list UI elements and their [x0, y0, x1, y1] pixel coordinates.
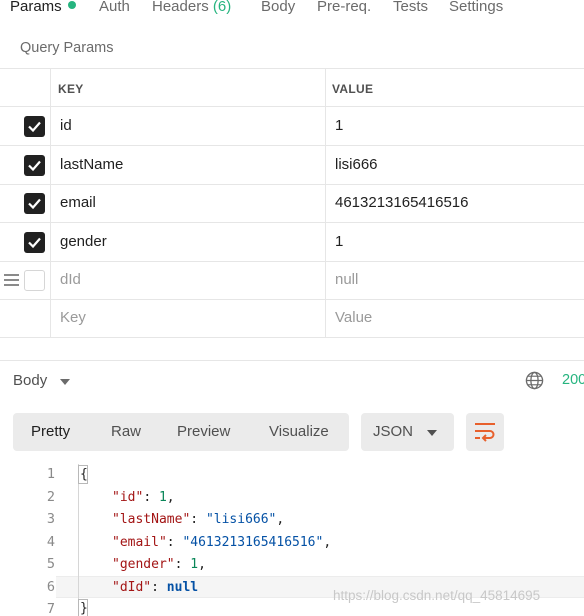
param-value[interactable]: lisi666	[335, 156, 378, 173]
line-number: 6	[46, 579, 55, 595]
params-active-dot	[67, 1, 76, 9]
param-row: lastName lisi666	[0, 146, 584, 185]
value-column-header: VALUE	[332, 82, 374, 96]
line-number: 4	[46, 534, 55, 550]
format-label: JSON	[373, 423, 414, 440]
line-number: 7	[46, 601, 55, 616]
tab-body[interactable]: Body	[261, 0, 295, 15]
drag-handle-icon[interactable]	[4, 274, 19, 286]
globe-icon[interactable]	[525, 371, 544, 390]
param-row: dId null	[0, 261, 584, 300]
line-number: 5	[46, 556, 55, 572]
param-checkbox[interactable]	[24, 155, 45, 176]
query-params-title: Query Params	[20, 40, 114, 56]
view-preview-button[interactable]: Preview	[177, 423, 230, 440]
headers-count: (6)	[212, 0, 232, 15]
json-value: 1	[190, 557, 199, 572]
code-line: "lastName": "lisi666",	[112, 512, 285, 527]
json-value: "lisi666"	[205, 512, 277, 527]
param-key[interactable]: lastName	[60, 156, 123, 173]
view-selector: Pretty Raw Preview Visualize	[13, 413, 349, 451]
chevron-down-icon[interactable]	[60, 379, 70, 385]
param-checkbox-unchecked[interactable]	[24, 270, 45, 291]
line-number: 1	[46, 466, 55, 482]
param-checkbox[interactable]	[24, 232, 45, 253]
json-key: "email"	[112, 535, 167, 550]
tab-pre-request[interactable]: Pre-req.	[317, 0, 371, 15]
view-raw-button[interactable]: Raw	[111, 423, 141, 440]
check-icon	[28, 121, 41, 133]
code-line: "dId": null	[112, 580, 199, 595]
wrap-lines-button[interactable]	[466, 413, 504, 451]
json-brace-open: {	[80, 467, 88, 482]
code-line: }	[80, 601, 88, 616]
json-key: "dId"	[112, 580, 152, 595]
line-number: 3	[46, 511, 55, 527]
chevron-down-icon	[427, 430, 437, 436]
check-icon	[28, 237, 41, 249]
tab-tests-label: Tests	[393, 0, 429, 15]
param-checkbox[interactable]	[24, 193, 45, 214]
tab-settings-label: Settings	[449, 0, 504, 15]
column-divider	[50, 68, 51, 338]
json-key: "lastName"	[112, 512, 191, 527]
line-number: 2	[46, 489, 55, 505]
new-key-input[interactable]: Key	[60, 309, 86, 326]
tab-params[interactable]: Params	[10, 0, 76, 15]
json-brace-close: }	[80, 601, 88, 616]
param-checkbox[interactable]	[24, 116, 45, 137]
param-value[interactable]: 4613213165416516	[335, 194, 468, 211]
param-value[interactable]: 1	[335, 233, 343, 250]
param-key[interactable]: id	[60, 117, 72, 134]
tab-settings[interactable]: Settings	[449, 0, 503, 15]
tab-body-label: Body	[261, 0, 296, 15]
response-bar	[0, 360, 584, 402]
param-row: gender 1	[0, 223, 584, 262]
new-param-row: Key Value	[0, 299, 584, 338]
check-icon	[28, 160, 41, 172]
tab-params-label: Params	[10, 0, 62, 15]
param-key[interactable]: email	[60, 194, 96, 211]
tab-headers-label: Headers	[152, 0, 209, 15]
new-value-input[interactable]: Value	[335, 309, 372, 326]
request-tabs: Params Auth Headers (6) Body Pre-req. Te…	[0, 0, 584, 22]
tab-pre-request-label: Pre-req.	[317, 0, 372, 15]
view-pretty-button[interactable]: Pretty	[31, 423, 70, 440]
code-line: "gender": 1,	[112, 557, 206, 572]
view-visualize-button[interactable]: Visualize	[269, 423, 329, 440]
column-divider	[325, 68, 326, 338]
key-column-header: KEY	[58, 82, 84, 96]
tab-tests[interactable]: Tests	[393, 0, 428, 15]
tab-headers[interactable]: Headers (6)	[152, 0, 231, 15]
json-value: "4613213165416516"	[182, 535, 324, 550]
param-key[interactable]: dId	[60, 271, 81, 288]
wrap-lines-icon	[475, 423, 495, 442]
params-header-row: KEY VALUE	[0, 68, 584, 107]
param-value[interactable]: 1	[335, 117, 343, 134]
response-body-label[interactable]: Body	[13, 372, 47, 389]
check-icon	[28, 198, 41, 210]
json-key: "id"	[112, 490, 144, 505]
code-line: {	[80, 467, 88, 482]
json-value: 1	[158, 490, 167, 505]
json-key: "gender"	[112, 557, 175, 572]
fold-gutter	[78, 464, 79, 616]
json-value: null	[166, 580, 199, 595]
code-line: "id": 1,	[112, 490, 175, 505]
code-line: "email": "4613213165416516",	[112, 535, 332, 550]
tab-auth-label: Auth	[99, 0, 130, 15]
param-row: email 4613213165416516	[0, 184, 584, 223]
param-row: id 1	[0, 107, 584, 146]
tab-auth[interactable]: Auth	[99, 0, 130, 15]
param-key[interactable]: gender	[60, 233, 107, 250]
format-dropdown[interactable]: JSON	[361, 413, 454, 451]
watermark: https://blog.csdn.net/qq_45814695	[333, 588, 541, 603]
status-code: 200	[562, 372, 584, 388]
param-value[interactable]: null	[335, 271, 358, 288]
